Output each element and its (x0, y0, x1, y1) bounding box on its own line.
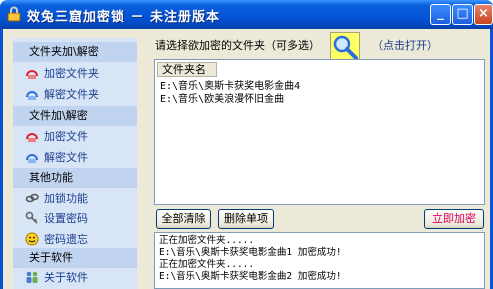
minimize-button[interactable]: _ (430, 4, 451, 25)
column-header-folder-name[interactable]: 文件夹名 (157, 62, 217, 77)
sidebar-item-label: 加密文件 (44, 130, 88, 143)
folder-list[interactable]: 文件夹名 E:\音乐\奥斯卡获奖电影金曲4 E:\音乐\欧美浪漫怀旧金曲 (154, 59, 485, 205)
sidebar-item-label: 密码遗忘 (44, 233, 88, 246)
lock-file-icon (26, 133, 38, 142)
info-people-icon (26, 271, 38, 283)
encrypt-now-button[interactable]: 立即加密 (424, 209, 484, 229)
browse-button[interactable] (330, 32, 360, 62)
sidebar-item-forgot-password[interactable]: 密码遗忘 (25, 231, 88, 249)
key-icon (25, 211, 38, 224)
section-file-header: 文件加\解密 (13, 106, 137, 126)
maximize-button[interactable]: □ (452, 4, 473, 25)
sidebar-item-label: 解密文件 (44, 151, 88, 164)
select-folder-prompt: 请选择欲加密的文件夹（可多选） (155, 39, 320, 52)
sidebar-item-label: 解密文件夹 (44, 88, 99, 101)
sidebar-item-label: 关于软件 (44, 271, 88, 284)
sidebar-item-label: 加锁功能 (44, 192, 88, 205)
chain-icon (25, 193, 39, 203)
sidebar-item-about[interactable]: 关于软件 (25, 269, 88, 287)
log-line: 正在加密文件夹..... (159, 235, 255, 246)
sidebar-item-decrypt-folder[interactable]: 解密文件夹 (25, 86, 99, 104)
section-other-header: 其他功能 (13, 168, 137, 188)
log-line: E:\音乐\奥斯卡获奖电影金曲2 加密成功! (159, 271, 342, 282)
log-line: 正在加密文件夹..... (159, 259, 255, 270)
close-button[interactable]: × (474, 4, 493, 25)
status-log: 正在加密文件夹..... E:\音乐\奥斯卡获奖电影金曲1 加密成功! 正在加密… (154, 232, 485, 289)
title-bar: 效兔三窟加密锁 － 未注册版本 _ □ × (0, 0, 493, 29)
sidebar-item-lock-function[interactable]: 加锁功能 (25, 190, 88, 208)
list-item[interactable]: E:\音乐\奥斯卡获奖电影金曲4 (160, 80, 300, 93)
click-open-hint: （点击打开） (372, 39, 438, 52)
smiley-icon (25, 232, 39, 246)
clear-all-button[interactable]: 全部清除 (156, 209, 211, 229)
window-title: 效兔三窟加密锁 － 未注册版本 (27, 10, 221, 25)
sidebar-item-label: 设置密码 (44, 212, 88, 225)
sidebar-item-set-password[interactable]: 设置密码 (25, 210, 88, 228)
list-item[interactable]: E:\音乐\欧美浪漫怀旧金曲 (160, 93, 284, 106)
app-lock-icon (7, 6, 21, 22)
magnifier-icon (333, 35, 358, 60)
sidebar: 文件夹加\解密 加密文件夹 解密文件夹 文件加\解密 加密文件 解密文件 其他功… (13, 38, 137, 289)
section-about-header: 关于软件 (13, 248, 137, 268)
unlock-folder-icon (26, 91, 38, 100)
remove-item-button[interactable]: 删除单项 (218, 209, 274, 229)
section-folder-header: 文件夹加\解密 (13, 42, 137, 62)
unlock-file-icon (26, 154, 38, 163)
sidebar-item-encrypt-folder[interactable]: 加密文件夹 (25, 65, 99, 83)
log-line: E:\音乐\奥斯卡获奖电影金曲1 加密成功! (159, 247, 342, 258)
sidebar-item-encrypt-file[interactable]: 加密文件 (25, 128, 88, 146)
sidebar-item-decrypt-file[interactable]: 解密文件 (25, 149, 88, 167)
sidebar-item-label: 加密文件夹 (44, 67, 99, 80)
lock-folder-icon (26, 70, 38, 79)
